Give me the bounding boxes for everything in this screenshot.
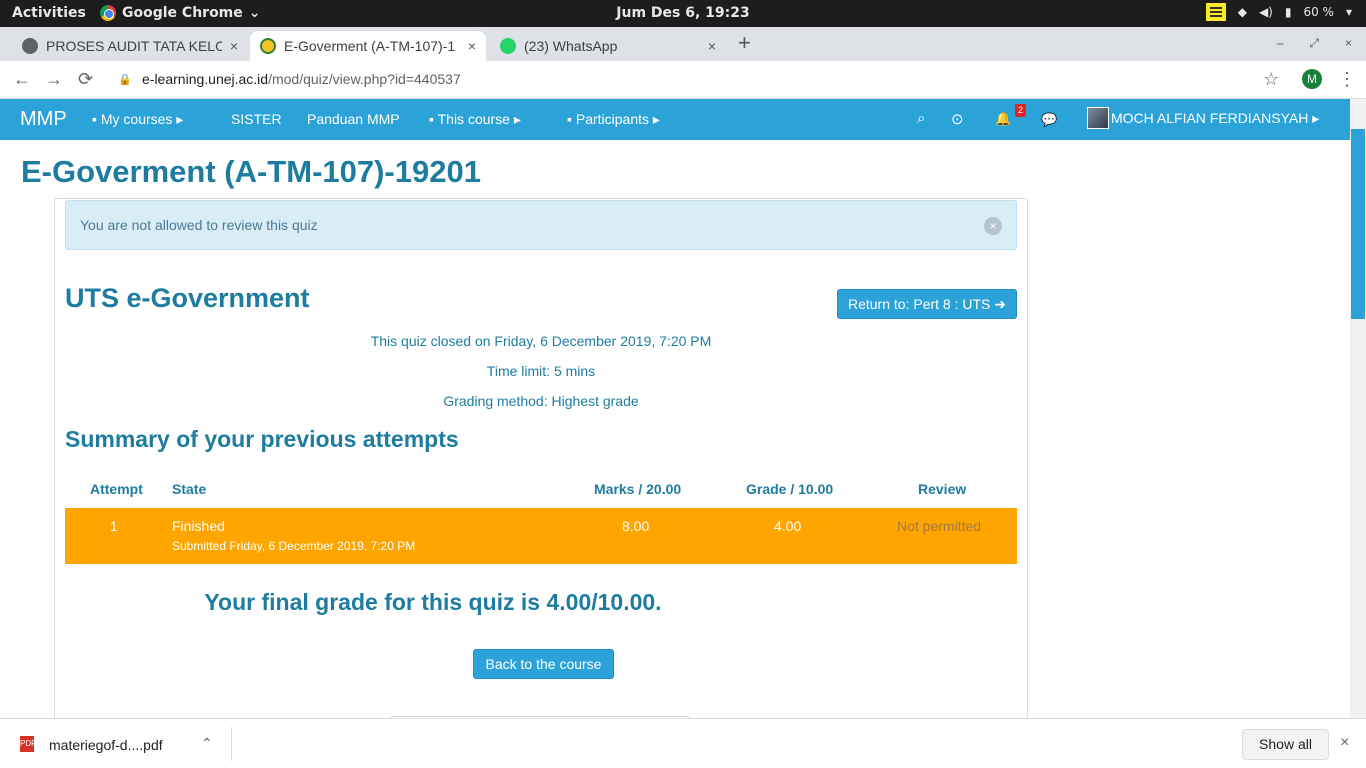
- pdf-icon: PDF: [20, 736, 36, 752]
- divider: [231, 727, 232, 761]
- battery-icon: ▮: [1284, 5, 1292, 19]
- briefcase-icon: ▪: [92, 111, 101, 127]
- book-icon: ▪: [429, 111, 438, 127]
- site-navbar: MMP ▪ My courses ▸ SISTER Panduan MMP ▪ …: [0, 99, 1350, 140]
- window-controls: – ⤢ ×: [1277, 36, 1352, 51]
- profile-avatar[interactable]: M: [1302, 69, 1322, 89]
- close-alert-icon[interactable]: ×: [984, 217, 1002, 235]
- tab-title: (23) WhatsApp: [524, 38, 618, 54]
- globe-icon: [22, 38, 38, 54]
- address-bar: ← → ⟳ 🔒 e-learning.unej.ac.id/mod/quiz/v…: [0, 61, 1366, 99]
- attempt-marks: 8.00: [622, 518, 650, 534]
- tab-bar: PROSES AUDIT TATA KELO × E-Goverment (A-…: [0, 27, 1366, 61]
- nav-sister[interactable]: SISTER: [231, 111, 282, 127]
- app-menu[interactable]: Google Chrome ⌄: [100, 5, 261, 21]
- url-host: e-learning.unej.ac.id: [142, 71, 269, 87]
- app-name: Google Chrome: [122, 5, 243, 21]
- nav-this-course[interactable]: ▪ This course ▸: [429, 111, 521, 128]
- nav-my-courses[interactable]: ▪ My courses ▸: [92, 111, 183, 128]
- column-header-review: Review: [918, 481, 967, 497]
- battery-percent: 60 %: [1303, 5, 1334, 19]
- notification-badge: 2: [1015, 104, 1026, 117]
- system-top-bar: Activities Google Chrome ⌄ Jum Des 6, 19…: [0, 0, 1366, 27]
- restore-icon[interactable]: ⤢: [1309, 36, 1319, 51]
- column-header-attempt: Attempt: [90, 481, 143, 497]
- tab-whatsapp[interactable]: (23) WhatsApp ×: [490, 31, 726, 61]
- grading-method-info: Grading method: Highest grade: [443, 393, 639, 409]
- forward-button[interactable]: →: [45, 69, 63, 90]
- lock-icon[interactable]: 🔒: [118, 73, 132, 86]
- minimize-icon[interactable]: –: [1277, 36, 1284, 51]
- tray-menu-icon: ▾: [1345, 5, 1352, 19]
- chrome-icon: [100, 5, 116, 21]
- attempt-number: 1: [110, 518, 118, 534]
- table-row: 1 Finished Submitted Friday, 6 December …: [65, 508, 1017, 564]
- volume-icon: ◀): [1258, 5, 1273, 19]
- close-tab-icon[interactable]: ×: [230, 38, 238, 54]
- bell-icon[interactable]: 🔔: [995, 111, 1011, 127]
- close-window-icon[interactable]: ×: [1345, 36, 1352, 51]
- back-to-course-button[interactable]: Back to the course: [473, 649, 614, 679]
- chevron-up-icon[interactable]: ⌃: [201, 735, 213, 752]
- page-title: E-Goverment (A-TM-107)-19201: [21, 154, 481, 189]
- column-header-grade: Grade / 10.00: [746, 481, 834, 497]
- column-header-state: State: [172, 481, 207, 497]
- nav-panduan[interactable]: Panduan MMP: [307, 111, 400, 127]
- attempt-grade: 4.00: [774, 518, 802, 534]
- alert-message: You are not allowed to review this quiz: [80, 217, 318, 233]
- final-grade: Your final grade for this quiz is 4.00/1…: [204, 589, 662, 615]
- info-alert: You are not allowed to review this quiz …: [65, 200, 1017, 250]
- column-header-marks: Marks / 20.00: [594, 481, 682, 497]
- tab-egoverment[interactable]: E-Goverment (A-TM-107)-1 ×: [250, 31, 486, 61]
- attempt-review: Not permitted: [897, 518, 982, 534]
- user-menu[interactable]: MOCH ALFIAN FERDIANSYAH ▸: [1111, 110, 1319, 127]
- new-tab-button[interactable]: +: [738, 30, 751, 56]
- user-avatar[interactable]: [1087, 107, 1109, 129]
- close-tab-icon[interactable]: ×: [708, 38, 716, 54]
- chrome-menu-icon[interactable]: ⋮: [1338, 69, 1356, 90]
- whatsapp-icon: [500, 38, 516, 54]
- tab-proses-audit[interactable]: PROSES AUDIT TATA KELO ×: [12, 31, 248, 61]
- tab-title: E-Goverment (A-TM-107)-1: [284, 38, 456, 54]
- attempt-submitted: Submitted Friday, 6 December 2019, 7:20 …: [172, 539, 416, 553]
- download-item[interactable]: materiegof-d....pdf: [49, 737, 163, 753]
- close-tab-icon[interactable]: ×: [468, 38, 476, 54]
- wifi-icon: ◆: [1237, 5, 1247, 19]
- tab-title: PROSES AUDIT TATA KELO: [46, 38, 222, 54]
- return-button[interactable]: Return to: Pert 8 : UTS ➜: [837, 289, 1017, 319]
- users-icon: ▪: [567, 111, 576, 127]
- page-scrollbar[interactable]: [1350, 99, 1366, 719]
- system-tray[interactable]: ◆ ◀) ▮ 60 % ▾: [1205, 3, 1352, 21]
- site-brand[interactable]: MMP: [20, 108, 67, 131]
- attempt-state: Finished: [172, 518, 225, 534]
- close-download-bar-icon[interactable]: ×: [1340, 734, 1349, 752]
- bookmark-star-icon[interactable]: ☆: [1263, 69, 1279, 90]
- url-field[interactable]: e-learning.unej.ac.id/mod/quiz/view.php?…: [142, 71, 461, 87]
- nav-label: Participants ▸: [575, 111, 660, 127]
- activities-button[interactable]: Activities: [12, 5, 86, 21]
- search-icon[interactable]: ⌕: [917, 110, 925, 127]
- back-button[interactable]: ←: [13, 69, 31, 90]
- quiz-title: UTS e-Government: [65, 283, 310, 313]
- message-icon[interactable]: 💬: [1041, 112, 1057, 128]
- notes-icon[interactable]: [1205, 3, 1226, 21]
- nav-participants[interactable]: ▪ Participants ▸: [567, 111, 660, 128]
- reload-button[interactable]: ⟳: [78, 69, 93, 90]
- grade-icon[interactable]: ⊙: [951, 110, 964, 128]
- nav-label: This course ▸: [437, 111, 521, 127]
- scrollbar-thumb[interactable]: [1351, 129, 1365, 319]
- show-all-button[interactable]: Show all: [1242, 729, 1329, 760]
- download-bar: PDF materiegof-d....pdf ⌃ Show all ×: [0, 718, 1366, 768]
- time-limit-info: Time limit: 5 mins: [486, 363, 596, 379]
- quiz-closed-info: This quiz closed on Friday, 6 December 2…: [370, 333, 712, 349]
- chevron-down-icon: ⌄: [248, 5, 261, 21]
- summary-heading: Summary of your previous attempts: [65, 426, 459, 452]
- url-path: /mod/quiz/view.php?id=440537: [268, 71, 461, 87]
- nav-label: My courses ▸: [100, 111, 184, 127]
- unej-logo-icon: [260, 38, 276, 54]
